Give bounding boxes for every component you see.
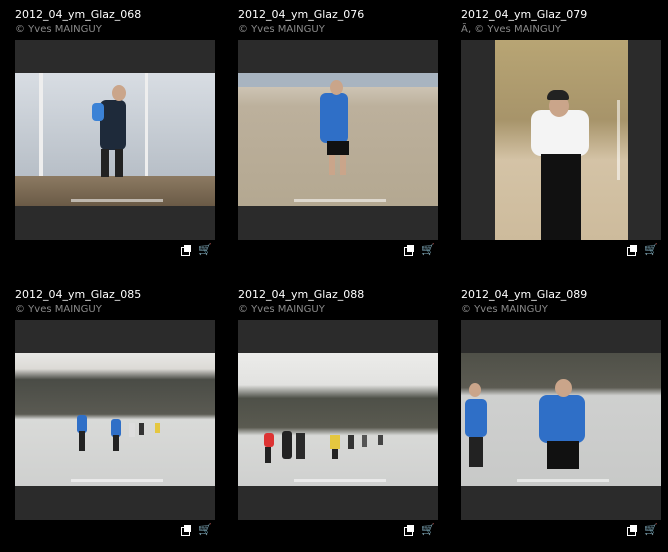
photo-title[interactable]: 2012_04_ym_Glaz_079: [461, 8, 587, 21]
photo-credit: Ã‚ © Yves MAINGUY: [461, 24, 562, 35]
watermark: [71, 479, 163, 482]
thumbnail-card: 2012_04_ym_Glaz_085 © Yves MAINGUY 🛒: [15, 288, 215, 548]
cart-icon[interactable]: 🛒: [644, 244, 658, 256]
copy-icon[interactable]: [181, 245, 192, 256]
photo-image[interactable]: [15, 73, 215, 206]
photo-frame[interactable]: [15, 320, 215, 520]
thumbnail-card: 2012_04_ym_Glaz_068 © Yves MAINGUY 🛒: [15, 8, 215, 268]
photo-credit: © Yves MAINGUY: [461, 304, 548, 315]
photo-image[interactable]: [15, 353, 215, 486]
photo-image[interactable]: [238, 73, 438, 206]
cart-icon[interactable]: 🛒: [644, 524, 658, 536]
thumbnail-card: 2012_04_ym_Glaz_079 Ã‚ © Yves MAINGUY 🛒: [461, 8, 661, 268]
copy-icon[interactable]: [181, 525, 192, 536]
photo-title[interactable]: 2012_04_ym_Glaz_089: [461, 288, 587, 301]
photo-actions: 🛒: [181, 524, 215, 536]
copy-icon[interactable]: [404, 525, 415, 536]
cart-icon[interactable]: 🛒: [421, 244, 435, 256]
photo-actions: 🛒: [404, 524, 438, 536]
photo-frame[interactable]: [15, 40, 215, 240]
watermark: [517, 479, 609, 482]
thumbnail-card: 2012_04_ym_Glaz_088 © Yves MAINGUY 🛒: [238, 288, 438, 548]
watermark: [294, 199, 386, 202]
copy-icon[interactable]: [627, 525, 638, 536]
watermark: [71, 199, 163, 202]
cart-icon[interactable]: 🛒: [198, 524, 212, 536]
thumbnail-card: 2012_04_ym_Glaz_076 © Yves MAINGUY 🛒: [238, 8, 438, 268]
photo-frame[interactable]: [238, 320, 438, 520]
photo-title[interactable]: 2012_04_ym_Glaz_076: [238, 8, 364, 21]
cart-icon[interactable]: 🛒: [198, 244, 212, 256]
photo-actions: 🛒: [181, 244, 215, 256]
photo-frame[interactable]: [238, 40, 438, 240]
copy-icon[interactable]: [627, 245, 638, 256]
photo-frame[interactable]: [461, 40, 661, 240]
photo-image[interactable]: [238, 353, 438, 486]
cart-icon[interactable]: 🛒: [421, 524, 435, 536]
photo-frame[interactable]: [461, 320, 661, 520]
watermark: [294, 479, 386, 482]
photo-credit: © Yves MAINGUY: [238, 24, 325, 35]
photo-title[interactable]: 2012_04_ym_Glaz_085: [15, 288, 141, 301]
photo-image[interactable]: [461, 353, 661, 486]
copy-icon[interactable]: [404, 245, 415, 256]
photo-actions: 🛒: [627, 524, 661, 536]
photo-image[interactable]: [495, 40, 628, 240]
photo-actions: 🛒: [627, 244, 661, 256]
photo-credit: © Yves MAINGUY: [15, 304, 102, 315]
watermark: [617, 100, 620, 180]
photo-actions: 🛒: [404, 244, 438, 256]
photo-title[interactable]: 2012_04_ym_Glaz_088: [238, 288, 364, 301]
photo-credit: © Yves MAINGUY: [15, 24, 102, 35]
photo-title[interactable]: 2012_04_ym_Glaz_068: [15, 8, 141, 21]
photo-credit: © Yves MAINGUY: [238, 304, 325, 315]
thumbnail-card: 2012_04_ym_Glaz_089 © Yves MAINGUY 🛒: [461, 288, 661, 548]
